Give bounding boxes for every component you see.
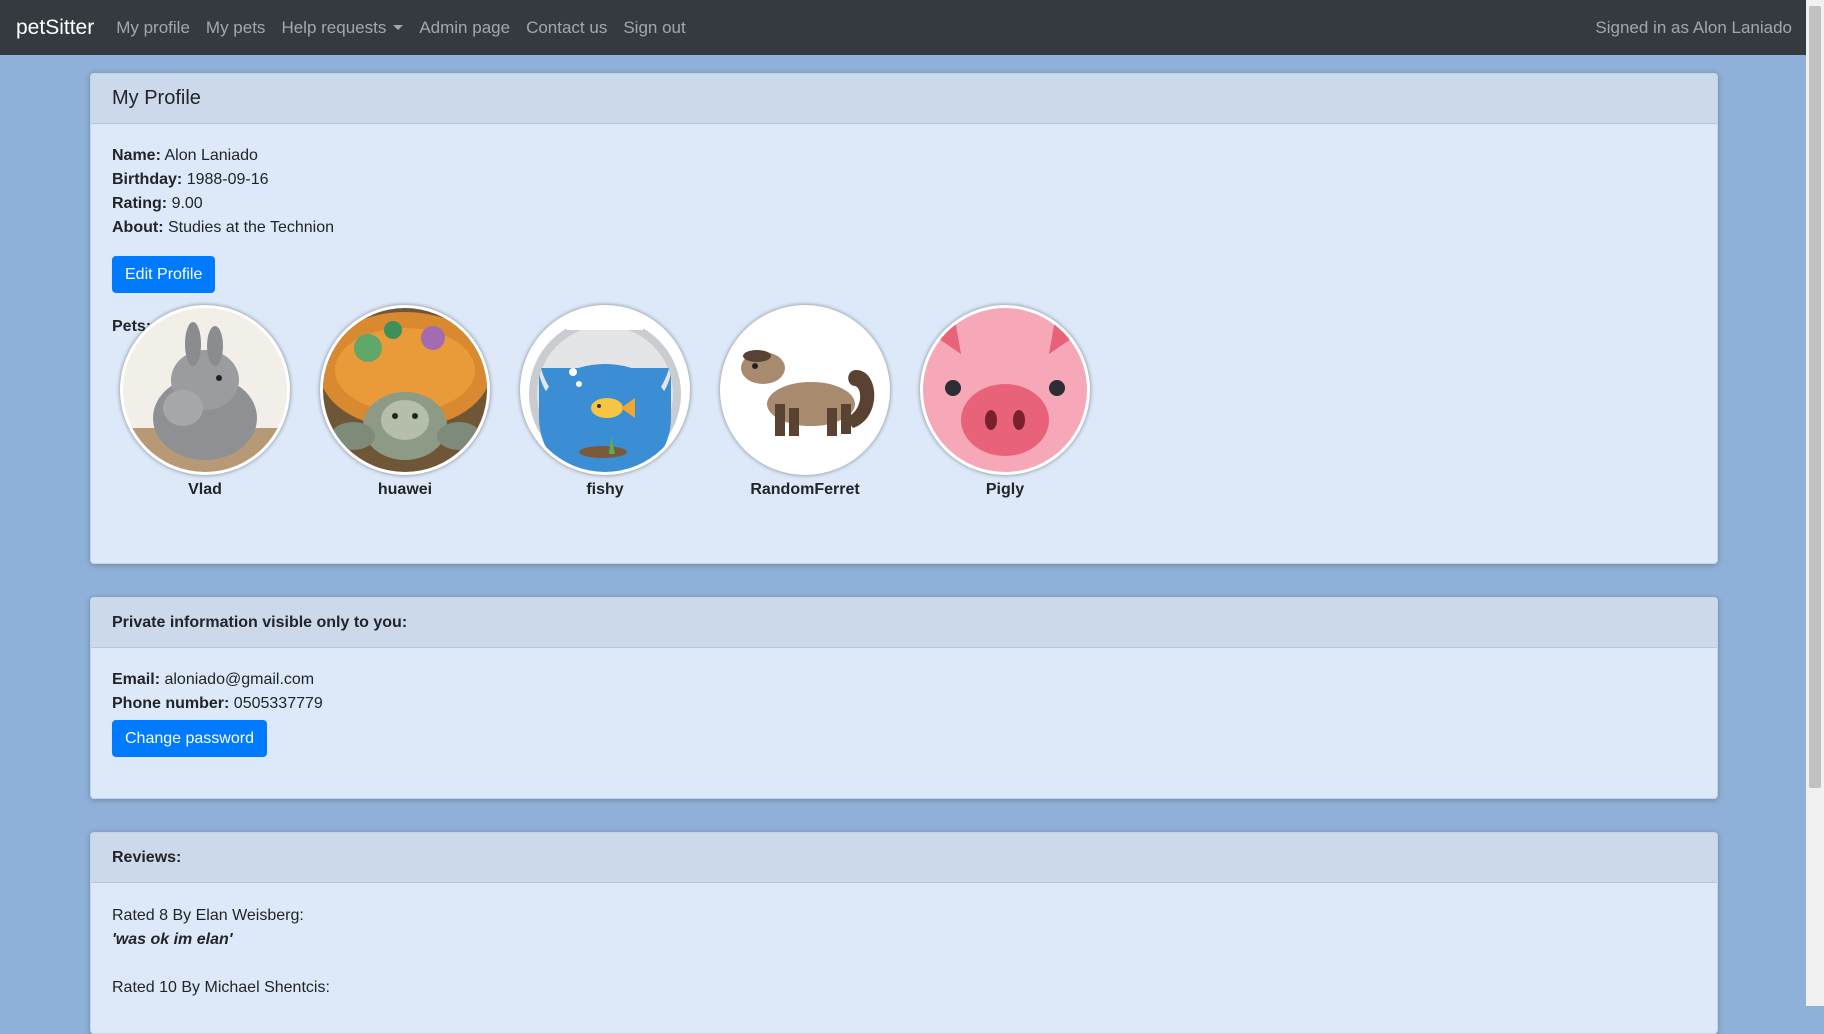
private-info-body: Email: aloniado@gmail.com Phone number: … <box>91 648 1717 757</box>
brand-logo[interactable]: petSitter <box>16 16 94 40</box>
edit-profile-button[interactable]: Edit Profile <box>112 256 216 293</box>
rabbit-photo-icon[interactable] <box>120 305 290 475</box>
pet-card[interactable]: Pigly <box>905 305 1105 499</box>
pet-card[interactable]: huawei <box>305 305 505 499</box>
pet-card[interactable]: Vlad <box>105 305 305 499</box>
email-row: Email: aloniado@gmail.com <box>112 668 1696 692</box>
phone-row: Phone number: 0505337779 <box>112 692 1696 716</box>
pet-name[interactable]: fishy <box>586 481 623 499</box>
pig-icon[interactable] <box>920 305 1090 475</box>
private-info-title: Private information visible only to you: <box>112 613 408 631</box>
reviews-card: Reviews: Rated 8 By Elan Weisberg: 'was … <box>90 832 1718 1034</box>
pet-name[interactable]: huawei <box>378 481 432 499</box>
reviews-body: Rated 8 By Elan Weisberg: 'was ok im ela… <box>91 883 1717 1000</box>
scrollbar-thumb[interactable] <box>1809 6 1821 788</box>
profile-card-header: My Profile <box>91 74 1717 124</box>
turtle-photo-icon[interactable] <box>320 305 490 475</box>
nav-admin-page[interactable]: Admin page <box>419 18 510 38</box>
nav-my-profile[interactable]: My profile <box>116 18 190 38</box>
page-title: My Profile <box>112 87 201 109</box>
phone-value: 0505337779 <box>233 695 323 712</box>
navbar: petSitter My profile My pets Help reques… <box>0 0 1806 55</box>
profile-about-value: Studies at the Technion <box>167 219 335 236</box>
signed-in-text: Signed in as Alon Laniado <box>1595 18 1792 37</box>
reviews-header: Reviews: <box>91 833 1717 883</box>
pet-name[interactable]: Vlad <box>188 481 222 499</box>
profile-card: My Profile Name: Alon Laniado Birthday: … <box>90 73 1718 564</box>
reviews-title: Reviews: <box>112 848 182 866</box>
page-scrollbar[interactable] <box>1806 0 1824 1006</box>
profile-name-label: Name: <box>112 147 161 164</box>
review-header: Rated 10 By Michael Shentcis: <box>112 979 330 996</box>
private-info-header: Private information visible only to you: <box>91 598 1717 648</box>
email-label: Email: <box>112 671 161 688</box>
pet-card[interactable]: fishy <box>505 305 705 499</box>
review-text: 'was ok im elan' <box>112 931 233 948</box>
chevron-down-icon <box>393 25 404 30</box>
nav-help-requests-dropdown[interactable]: Help requests <box>281 17 404 38</box>
nav-contact-us[interactable]: Contact us <box>526 18 607 38</box>
profile-rating-label: Rating: <box>112 195 168 212</box>
nav-my-pets[interactable]: My pets <box>206 18 266 38</box>
profile-rating-row: Rating: 9.00 <box>112 192 1696 216</box>
pet-name[interactable]: Pigly <box>986 481 1024 499</box>
review-header: Rated 8 By Elan Weisberg: <box>112 907 304 924</box>
private-info-card: Private information visible only to you:… <box>90 597 1718 799</box>
pet-name[interactable]: RandomFerret <box>750 481 859 499</box>
fishbowl-icon[interactable] <box>520 305 690 475</box>
profile-birthday-value: 1988-09-16 <box>186 171 269 188</box>
nav-help-requests-label: Help requests <box>281 17 387 37</box>
change-password-button[interactable]: Change password <box>112 720 267 757</box>
pet-card[interactable]: RandomFerret <box>705 305 905 499</box>
profile-birthday-row: Birthday: 1988-09-16 <box>112 168 1696 192</box>
profile-name-value: Alon Laniado <box>164 147 258 164</box>
profile-about-label: About: <box>112 219 164 236</box>
profile-about-row: About: Studies at the Technion <box>112 216 1696 240</box>
profile-name-row: Name: Alon Laniado <box>112 144 1696 168</box>
profile-rating-value: 9.00 <box>171 195 203 212</box>
pets-gallery: Vlad huawei fishy RandomFerret Pigly <box>105 305 1105 499</box>
nav-sign-out[interactable]: Sign out <box>623 18 685 38</box>
ferret-icon[interactable] <box>720 305 890 475</box>
email-value: aloniado@gmail.com <box>164 671 315 688</box>
profile-birthday-label: Birthday: <box>112 171 183 188</box>
phone-label: Phone number: <box>112 695 230 712</box>
